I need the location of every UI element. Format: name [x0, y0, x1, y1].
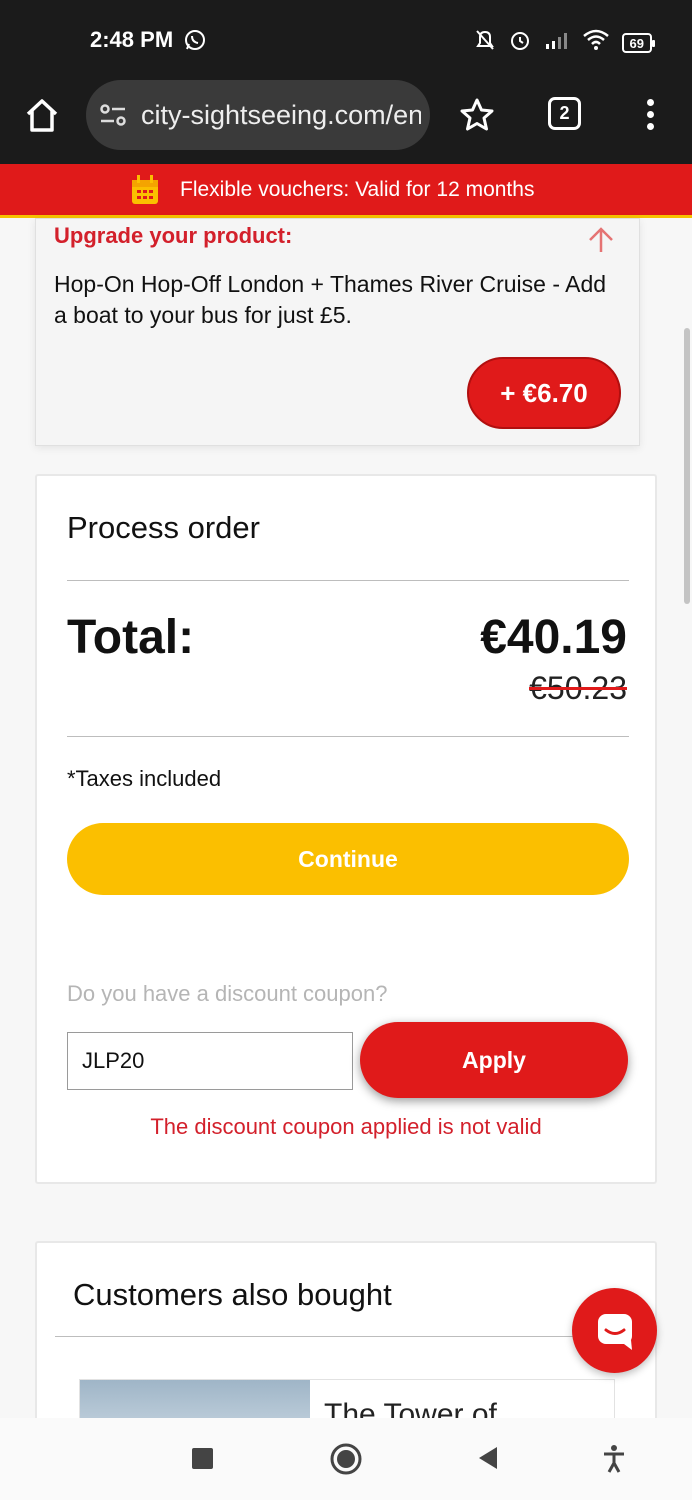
back-icon[interactable] [477, 1445, 499, 1476]
divider [55, 1336, 595, 1337]
more-menu-icon[interactable] [640, 96, 660, 136]
collapse-arrow-icon[interactable] [586, 225, 616, 260]
home-icon[interactable] [22, 96, 62, 136]
upgrade-title: Upgrade your product: [54, 223, 293, 248]
address-bar[interactable]: city-sightseeing.com/en/ [86, 80, 430, 150]
also-bought-title: Customers also bought [73, 1277, 392, 1312]
wifi-icon [582, 29, 610, 56]
alarm-icon [508, 28, 532, 57]
divider [67, 580, 629, 581]
signal-icon [544, 30, 570, 55]
battery-icon: 69 [621, 32, 656, 53]
coupon-input[interactable] [67, 1032, 353, 1090]
chat-button[interactable] [572, 1288, 657, 1373]
also-bought-card: Customers also bought The Tower of [35, 1241, 657, 1441]
original-price: €50.23 [529, 670, 627, 706]
status-icons: 69 [474, 28, 656, 57]
chat-icon [594, 1310, 636, 1357]
status-bar: 2:48 PM 69 [0, 0, 692, 80]
tab-switcher-button[interactable]: 2 [548, 97, 581, 130]
whatsapp-icon [183, 28, 207, 57]
home-circle-icon[interactable] [330, 1443, 362, 1480]
page-scrollbar[interactable] [684, 328, 690, 604]
recents-icon[interactable] [192, 1448, 213, 1469]
divider [67, 736, 629, 737]
accessibility-icon[interactable] [602, 1444, 626, 1479]
upgrade-description: Hop-On Hop-Off London + Thames River Cru… [54, 271, 607, 328]
calendar-icon [130, 174, 160, 211]
add-upgrade-button[interactable]: + €6.70 [467, 357, 621, 429]
status-time: 2:48 PM [90, 27, 174, 52]
site-settings-icon[interactable] [98, 101, 128, 134]
promo-banner: Flexible vouchers: Valid for 12 months [0, 164, 692, 218]
url-text[interactable]: city-sightseeing.com/en/ [141, 100, 421, 131]
continue-button[interactable]: Continue [67, 823, 629, 895]
system-nav-bar [0, 1418, 692, 1500]
upgrade-card: Upgrade your product: Hop-On Hop-Off Lon… [35, 218, 640, 446]
browser-toolbar: city-sightseeing.com/en/ 2 [0, 80, 692, 164]
bookmark-star-icon[interactable] [458, 96, 496, 139]
total-label: Total: [67, 611, 195, 664]
coupon-error-message: The discount coupon applied is not valid [150, 1114, 542, 1139]
total-price: €40.19 [480, 611, 627, 664]
taxes-note: *Taxes included [67, 766, 222, 791]
bell-muted-icon [474, 28, 496, 57]
apply-coupon-button[interactable]: Apply [360, 1022, 628, 1098]
promo-text: Flexible vouchers: Valid for 12 months [180, 178, 535, 201]
process-order-card: Process order Total: €40.19 €50.23 *Taxe… [35, 474, 657, 1184]
order-title: Process order [67, 510, 260, 545]
coupon-question: Do you have a discount coupon? [67, 981, 388, 1006]
